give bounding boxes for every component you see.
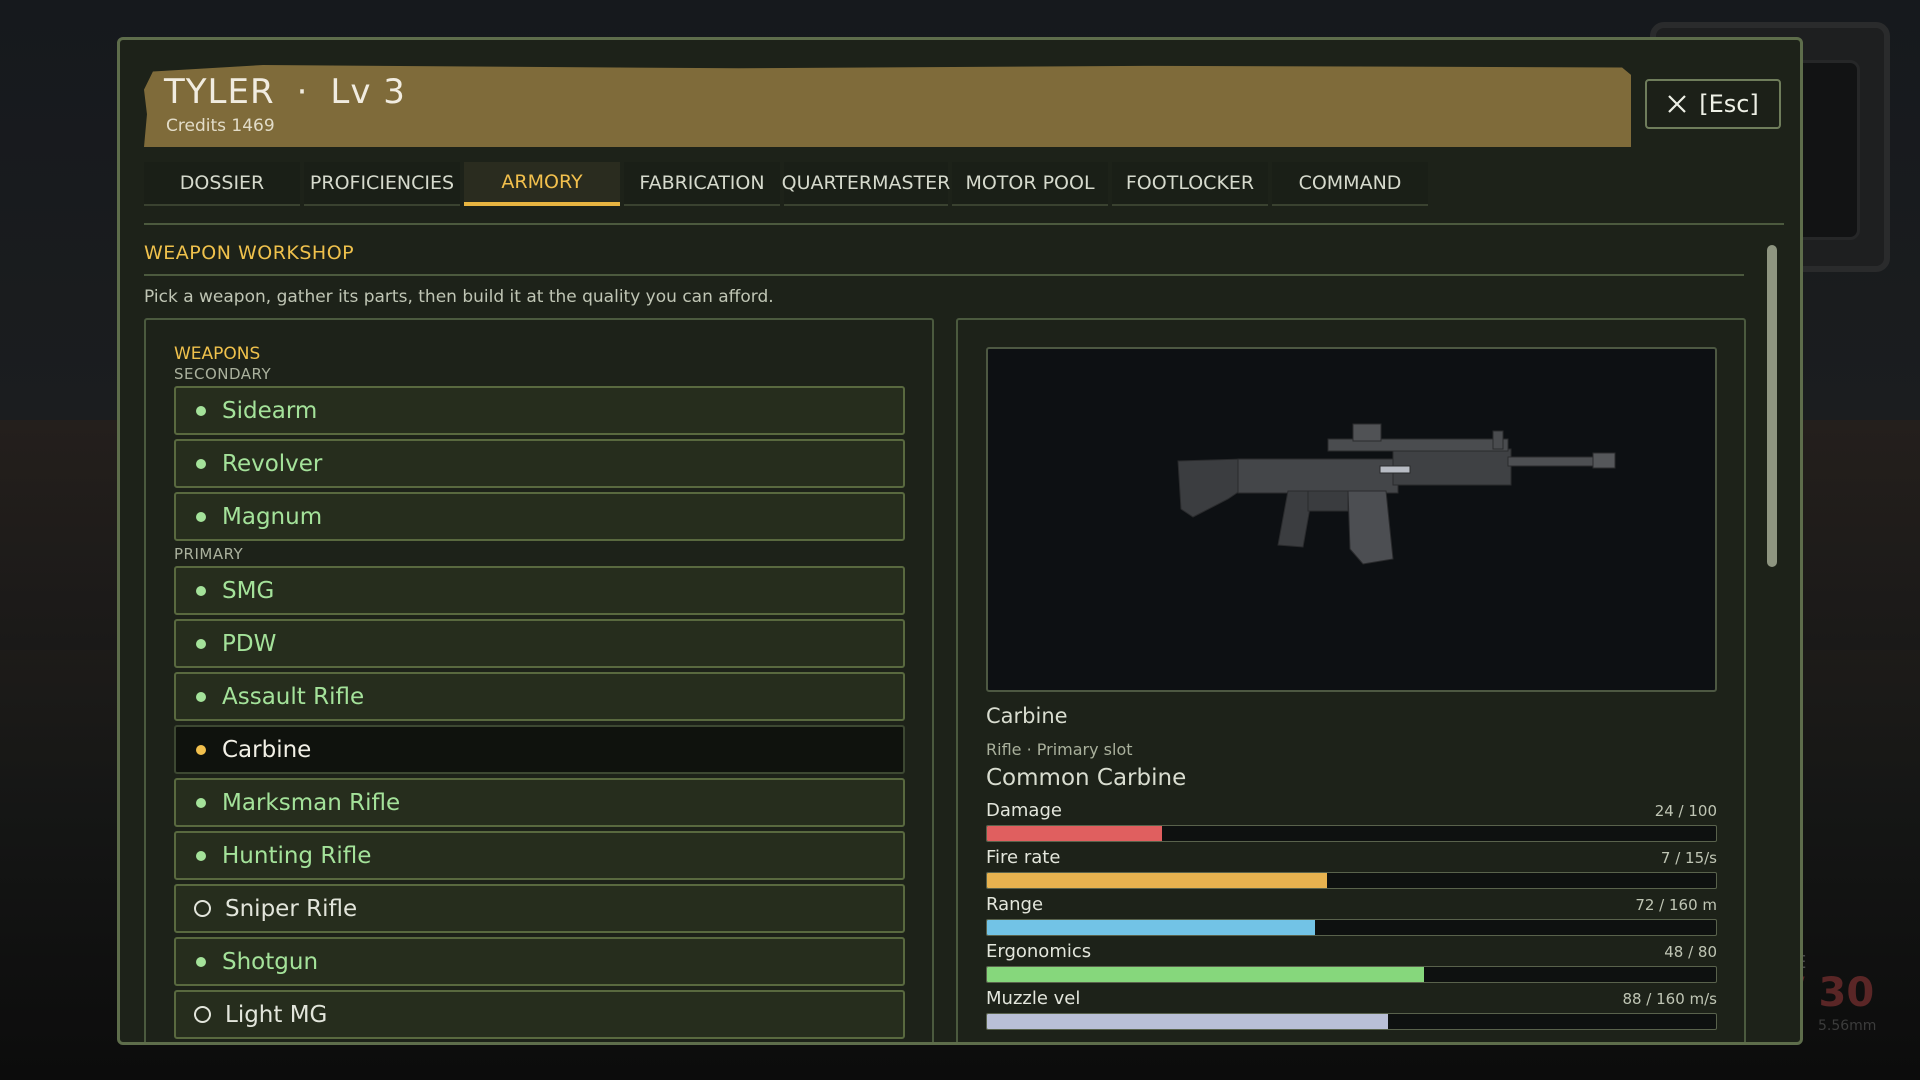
unlocked-dot-icon [196,458,206,469]
weapon-label: PDW [222,630,277,657]
weapon-item-smg[interactable]: SMG [174,566,905,615]
section-title: WEAPON WORKSHOP [144,242,355,264]
stat-label: Range [986,894,1044,915]
stat-label: Ergonomics [986,941,1092,962]
tab-proficiencies[interactable]: PROFICIENCIES [304,162,460,206]
stat-bar-fill [987,1014,1388,1029]
stat-damage: Damage 24 / 100 [986,800,1717,846]
weapon-item-assault-rifle[interactable]: Assault Rifle [174,672,905,721]
weapon-label: Sidearm [222,397,318,424]
group-label-primary: PRIMARY [174,545,244,563]
unlocked-dot-icon [196,850,206,861]
stat-range: Range 72 / 160 m [986,894,1717,940]
selected-dot-icon [196,744,206,755]
weapon-item-marksman-rifle[interactable]: Marksman Rifle [174,778,905,827]
tab-command[interactable]: COMMAND [1272,162,1428,206]
stat-value: 88 / 160 m/s [1622,990,1717,1008]
weapon-label: Sniper Rifle [225,895,358,922]
weapon-label: Hunting Rifle [222,842,372,869]
weapon-label: SMG [222,577,275,604]
close-icon [1668,95,1686,113]
carbine-rifle-icon [1177,423,1616,565]
group-label-secondary: SECONDARY [174,365,272,383]
weapon-list: WEAPONS SECONDARY Sidearm Revolver Magnu… [144,318,934,1042]
stat-bar [986,1013,1717,1030]
weapon-label: Marksman Rifle [222,789,401,816]
weapon-label: Carbine [222,736,312,763]
panel-scrollbar-thumb[interactable] [1767,245,1777,567]
weapon-item-pdw[interactable]: PDW [174,619,905,668]
stat-bar-fill [987,920,1316,935]
unlocked-dot-icon [196,956,206,967]
unlocked-dot-icon [196,797,206,808]
hud-caliber: 5.56mm [1818,1018,1877,1034]
weapon-name: Carbine [986,704,1068,728]
weapon-subtitle: Rifle · Primary slot [986,740,1133,759]
weapon-label: Light MG [225,1001,328,1028]
stat-bar-fill [987,826,1162,841]
player-title: TYLER · Lv 3 [164,72,406,112]
weapon-label: Revolver [222,450,323,477]
stat-bar [986,966,1717,983]
title-separator: · [296,72,309,112]
weapon-detail: Carbine Rifle · Primary slot Common Carb… [956,318,1746,1042]
section-description: Pick a weapon, gather its parts, then bu… [144,287,774,307]
unlocked-dot-icon [196,691,206,702]
unlocked-dot-icon [196,638,206,649]
stat-value: 24 / 100 [1654,802,1717,820]
locked-ring-icon [194,1006,211,1023]
stat-bar [986,919,1717,936]
weapon-item-carbine[interactable]: Carbine [174,725,905,774]
stat-value: 7 / 15/s [1660,849,1717,867]
weapon-item-magnum[interactable]: Magnum [174,492,905,541]
stat-label: Fire rate [986,847,1061,868]
weapon-item-shotgun[interactable]: Shotgun [174,937,905,986]
weapon-preview [986,347,1717,692]
weapon-label: Assault Rifle [222,683,365,710]
stat-bar-fill [987,873,1328,888]
weapon-list-title: WEAPONS [174,344,261,364]
armory-panel: TYLER · Lv 3 Credits 1469 [Esc] DOSSIER PR… [117,37,1803,1045]
stat-label: Damage [986,800,1062,821]
stat-ergonomics: Ergonomics 48 / 80 [986,941,1717,987]
player-credits: Credits 1469 [166,116,275,136]
tab-dossier[interactable]: DOSSIER [144,162,300,206]
tab-bar: DOSSIER PROFICIENCIES ARMORY FABRICATION… [144,162,1432,206]
weapon-item-light-mg[interactable]: Light MG [174,990,905,1039]
section-divider [144,274,1744,276]
stat-bar [986,872,1717,889]
stat-muzzle-velocity: Muzzle vel 88 / 160 m/s [986,988,1717,1034]
locked-ring-icon [194,900,211,917]
stat-bar [986,825,1717,842]
stat-fire-rate: Fire rate 7 / 15/s [986,847,1717,893]
player-name: TYLER [164,72,275,112]
stat-label: Muzzle vel [986,988,1081,1009]
weapon-item-hunting-rifle[interactable]: Hunting Rifle [174,831,905,880]
tab-footlocker[interactable]: FOOTLOCKER [1112,162,1268,206]
unlocked-dot-icon [196,511,206,522]
tab-fabrication[interactable]: FABRICATION [624,162,780,206]
stat-value: 48 / 80 [1664,943,1717,961]
weapon-label: Shotgun [222,948,319,975]
tab-armory[interactable]: ARMORY [464,162,620,206]
stat-value: 72 / 160 m [1635,896,1717,914]
stat-bar-fill [987,967,1425,982]
weapon-item-sidearm[interactable]: Sidearm [174,386,905,435]
unlocked-dot-icon [196,405,206,416]
unlocked-dot-icon [196,585,206,596]
player-level: Lv 3 [330,72,406,112]
weapon-item-revolver[interactable]: Revolver [174,439,905,488]
weapon-item-sniper-rifle[interactable]: Sniper Rifle [174,884,905,933]
tab-quartermaster[interactable]: QUARTERMASTER [782,162,950,206]
weapon-label: Magnum [222,503,323,530]
weapon-variant: Common Carbine [986,765,1187,791]
tab-motor-pool[interactable]: MOTOR POOL [952,162,1108,206]
close-button[interactable]: [Esc] [1645,79,1781,129]
tab-divider [144,223,1784,225]
close-label: [Esc] [1699,90,1759,118]
